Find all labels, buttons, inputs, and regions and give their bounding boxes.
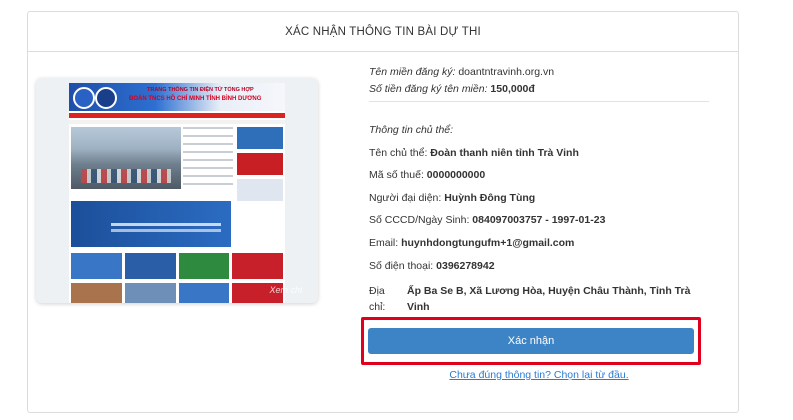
phone-value: 0396278942 [436, 260, 495, 272]
id-label: Số CCCD/Ngày Sinh: [369, 214, 470, 226]
card-header: XÁC NHẬN THÔNG TIN BÀI DỰ THI [28, 12, 738, 52]
page-title: XÁC NHẬN THÔNG TIN BÀI DỰ THI [285, 25, 481, 38]
preview-banner-line2: ĐOÀN TNCS HỒ CHÍ MINH TỈNH BÌNH DƯƠNG [129, 96, 262, 102]
id-value: 084097003757 - 1997-01-23 [472, 214, 606, 226]
domain-value: doantntravinh.org.vn [458, 66, 555, 78]
emblem-logo-icon [95, 87, 117, 109]
owner-name-label: Tên chủ thể: [369, 147, 428, 159]
preview-bottom-images [71, 283, 283, 303]
tax-label: Mã số thuế: [369, 169, 424, 181]
fee-row: Số tiền đăng ký tên miền: 150,000đ [369, 83, 535, 95]
owner-section-label: Thông tin chủ thể: [369, 124, 454, 136]
preview-ticker [69, 120, 285, 124]
address-label: Địa chỉ: [369, 285, 386, 313]
domain-label: Tên miền đăng ký: [369, 66, 456, 78]
fee-label: Số tiền đăng ký tên miền: [369, 83, 488, 95]
website-screenshot-image: TRANG THÔNG TIN ĐIỆN TỬ TỔNG HỢP ĐOÀN TN… [69, 83, 285, 303]
email-value: huynhdongtungufm+1@gmail.com [401, 237, 575, 249]
website-preview[interactable]: TRANG THÔNG TIN ĐIỆN TỬ TỔNG HỢP ĐOÀN TN… [36, 78, 318, 303]
email-label: Email: [369, 237, 399, 249]
preview-news-list [183, 127, 233, 191]
tax-value: 0000000000 [426, 169, 486, 181]
preview-sidebar [237, 127, 283, 205]
phone-row: Số điện thoại: 0396278942 [369, 260, 495, 272]
preview-menu [69, 113, 285, 118]
domain-row: Tên miền đăng ký: doantntravinh.org.vn [369, 66, 554, 78]
address-value: Ấp Ba Se B, Xã Lương Hòa, Huyện Châu Thà… [407, 285, 691, 313]
rep-value: Huỳnh Đông Tùng [444, 192, 536, 204]
restart-link[interactable]: Chưa đúng thông tin? Chọn lại từ đầu. [369, 369, 709, 381]
fee-value: 150,000đ [490, 83, 535, 95]
youth-union-logo-icon [73, 87, 95, 109]
preview-banner-line1: TRANG THÔNG TIN ĐIỆN TỬ TỔNG HỢP [147, 87, 254, 93]
divider [369, 101, 709, 102]
email-row: Email: huynhdongtungufm+1@gmail.com [369, 237, 574, 249]
preview-photo [71, 127, 181, 189]
preview-blue-banner [71, 201, 231, 247]
confirm-button[interactable]: Xác nhận [368, 328, 694, 354]
confirm-highlight-box: Xác nhận [361, 317, 701, 365]
rep-row: Người đại diện: Huỳnh Đông Tùng [369, 192, 535, 204]
rep-label: Người đại diện: [369, 192, 442, 204]
preview-banner: TRANG THÔNG TIN ĐIỆN TỬ TỔNG HỢP ĐOÀN TN… [69, 83, 285, 111]
owner-name-value: Đoàn thanh niên tỉnh Trà Vinh [430, 147, 579, 159]
phone-label: Số điện thoại: [369, 260, 434, 272]
preview-tiles [71, 253, 283, 279]
id-row: Số CCCD/Ngày Sinh: 084097003757 - 1997-0… [369, 214, 605, 226]
owner-name-row: Tên chủ thể: Đoàn thanh niên tỉnh Trà Vi… [369, 147, 579, 159]
tax-row: Mã số thuế: 0000000000 [369, 169, 485, 181]
preview-watermark: Xem chi [269, 285, 302, 295]
